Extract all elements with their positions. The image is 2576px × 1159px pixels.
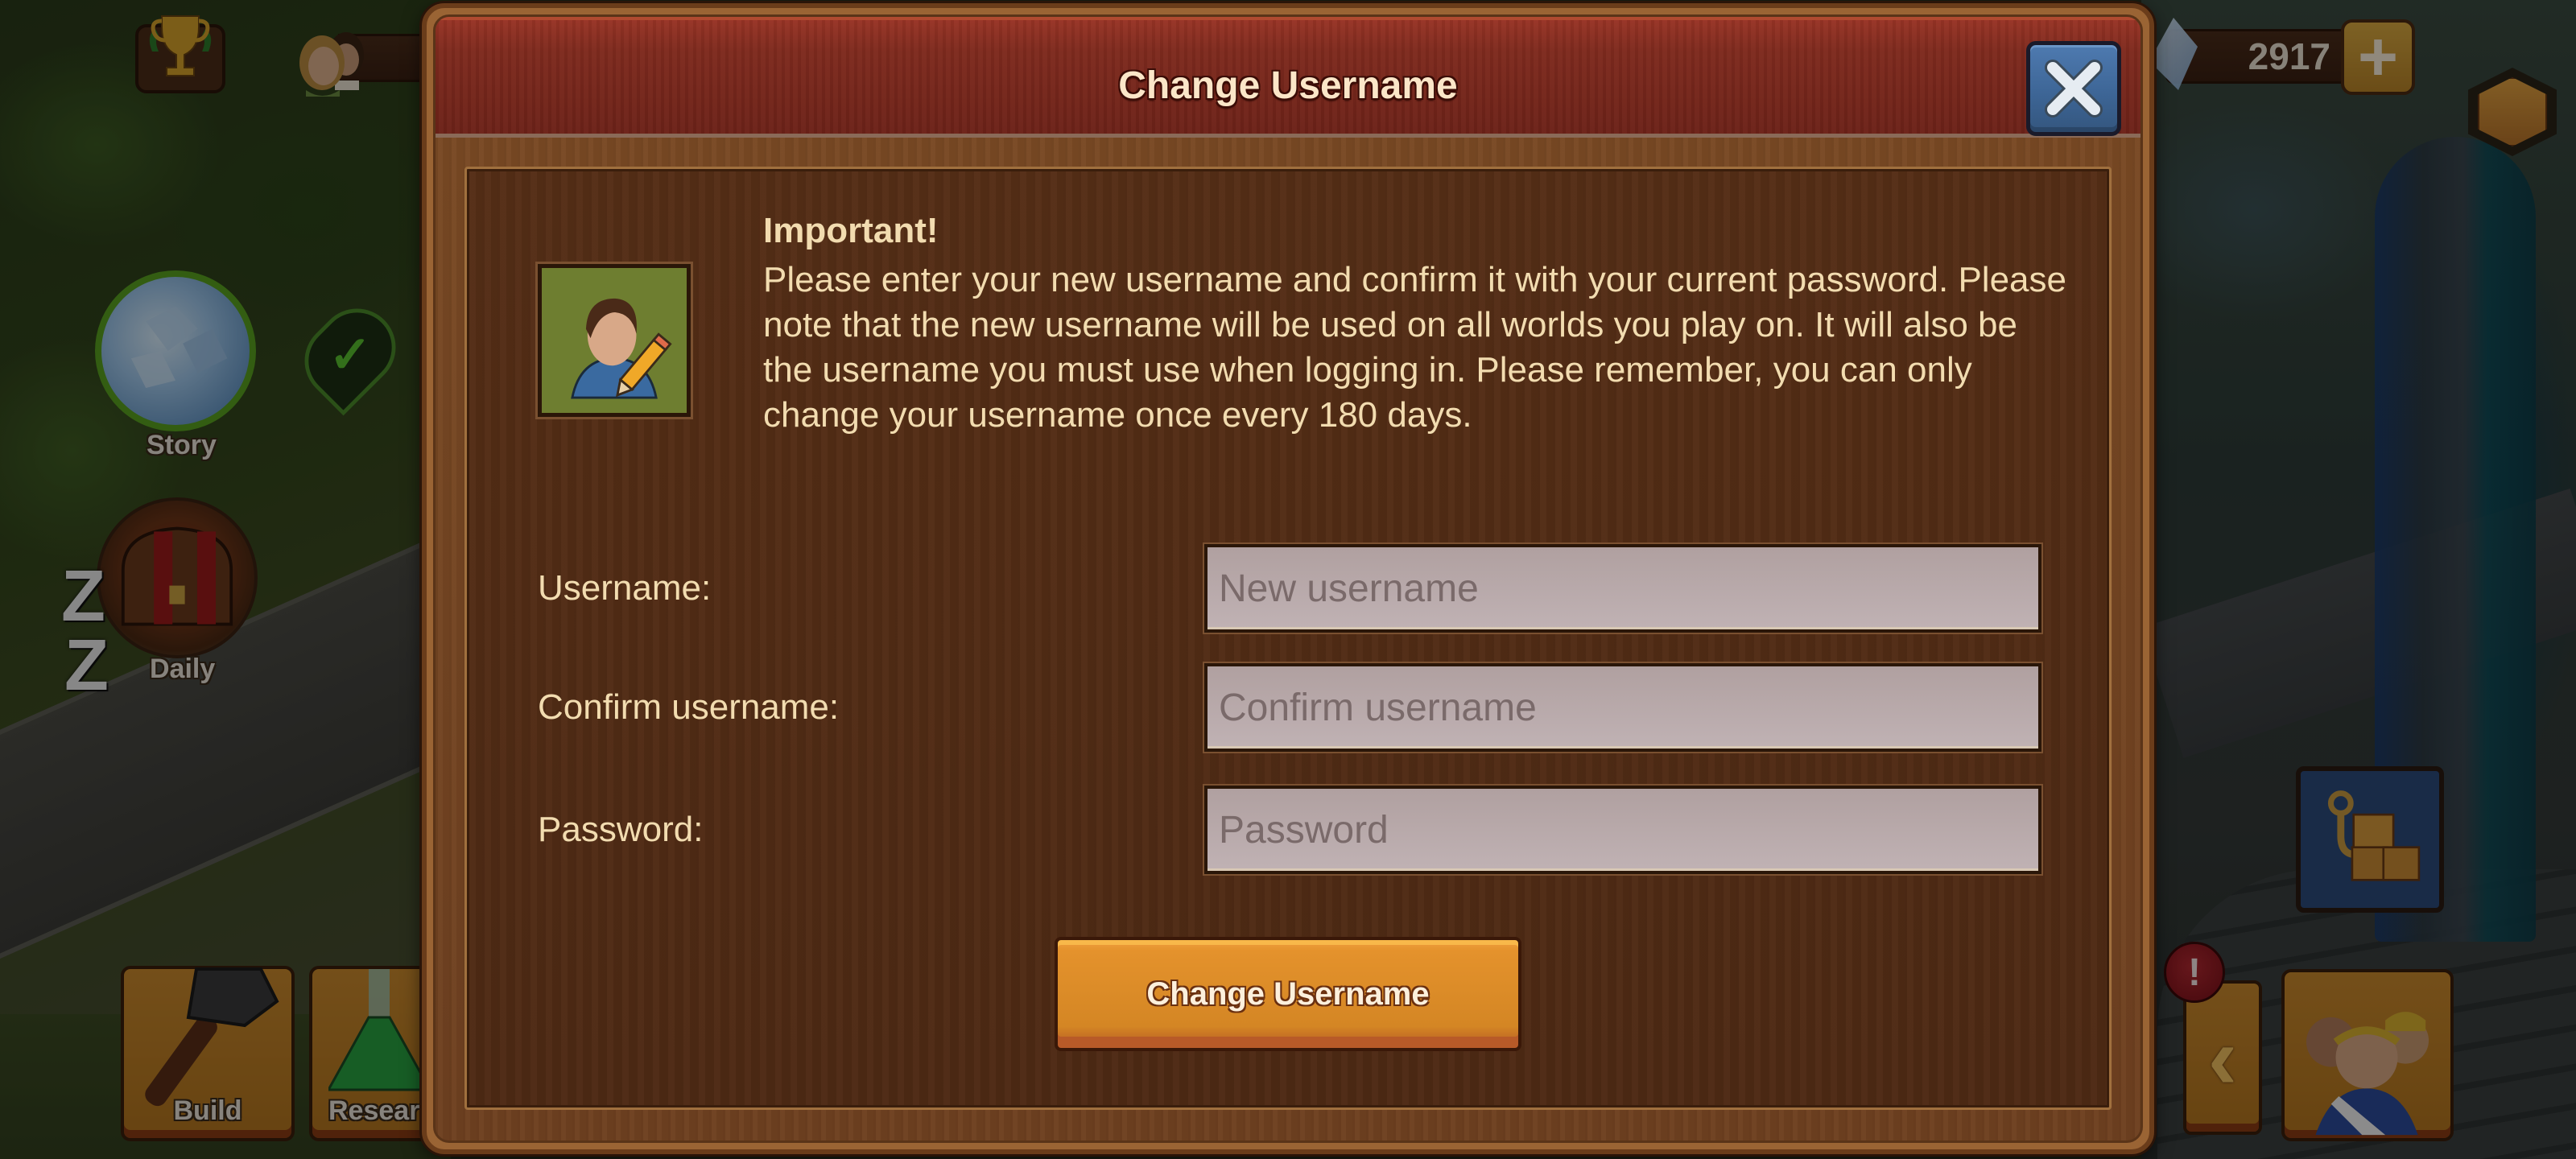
password-input[interactable] — [1204, 786, 2041, 874]
password-row: Password: — [538, 786, 2041, 874]
password-label: Password: — [538, 810, 704, 849]
dialog-title: Change Username — [1118, 64, 1458, 107]
change-username-dialog: Change Username Important! Please enter … — [422, 3, 2154, 1154]
confirm-username-label: Confirm username: — [538, 687, 840, 727]
avatar — [538, 264, 691, 417]
confirm-username-input[interactable] — [1204, 663, 2041, 752]
username-row: Username: — [538, 544, 2041, 633]
confirm-username-row: Confirm username: — [538, 663, 2041, 752]
close-icon — [2045, 60, 2103, 118]
change-username-button[interactable]: Change Username — [1055, 937, 1521, 1051]
username-label: Username: — [538, 568, 712, 608]
close-button[interactable] — [2026, 41, 2121, 136]
dialog-title-bar: Change Username — [436, 17, 2140, 138]
dialog-frame: Change Username Important! Please enter … — [433, 14, 2143, 1143]
info-text: Please enter your new username and confi… — [763, 260, 2066, 435]
username-input[interactable] — [1204, 544, 2041, 633]
player-edit-avatar-icon — [542, 268, 687, 413]
dialog-content: Important! Please enter your new usernam… — [464, 167, 2112, 1110]
important-heading: Important! — [763, 211, 939, 250]
